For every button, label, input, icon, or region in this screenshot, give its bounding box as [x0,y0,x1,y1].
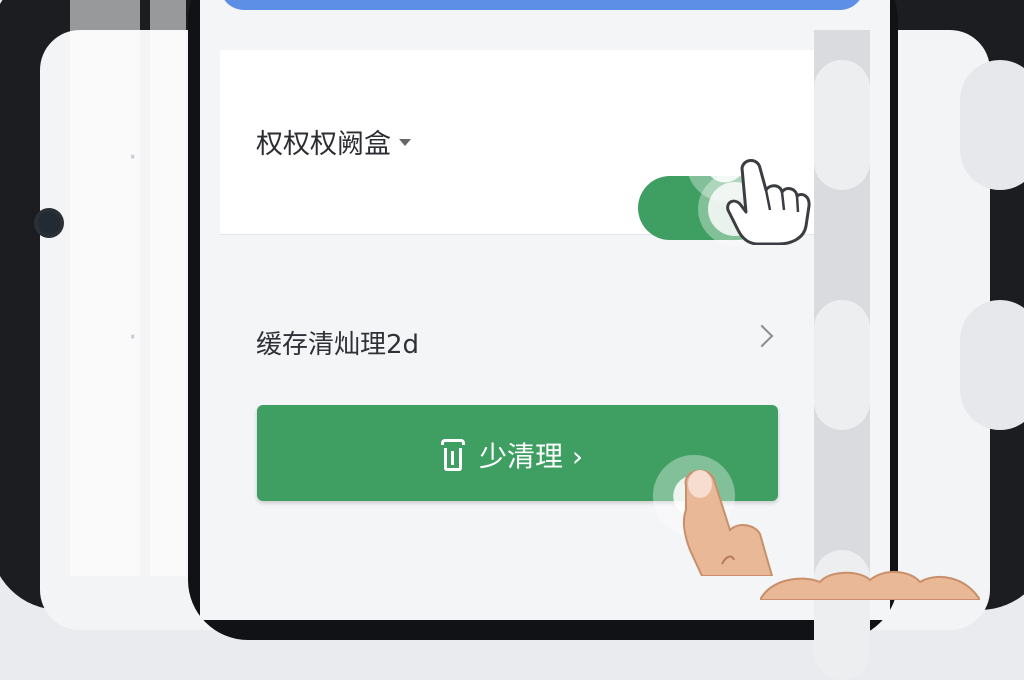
phone-screen: 权权权阙盒 缓存清灿理2d 少清理 › [200,0,890,620]
toggle-setting-text: 权权权阙盒 [256,129,391,160]
finger-icon [760,571,980,600]
chevron-right-icon [750,324,774,348]
ghost-text-mark: · [128,140,138,175]
adjacent-screen-edge [814,30,870,680]
clean-button-label: 少清理 › [479,440,584,473]
toggle-setting-label[interactable]: 权权权阙盒 [256,122,411,161]
finger-icon [682,469,774,576]
ghost-text-mark: · [128,320,138,355]
top-app-bar [220,0,864,10]
chevron-down-icon[interactable] [399,139,411,146]
camera-icon [38,212,60,234]
background-bubble [960,60,1024,190]
motion-ghost-strip [150,0,186,576]
trash-icon [441,439,465,471]
cache-clean-row[interactable]: 缓存清灿理2d [256,320,796,370]
tap-hand-icon [726,159,811,245]
edge-bubble [814,300,870,430]
clean-button-content: 少清理 › [441,435,583,475]
motion-ghost-strip [70,0,140,576]
cache-clean-label: 缓存清灿理2d [256,330,420,360]
edge-bubble [814,60,870,190]
background-bubble [960,300,1024,430]
